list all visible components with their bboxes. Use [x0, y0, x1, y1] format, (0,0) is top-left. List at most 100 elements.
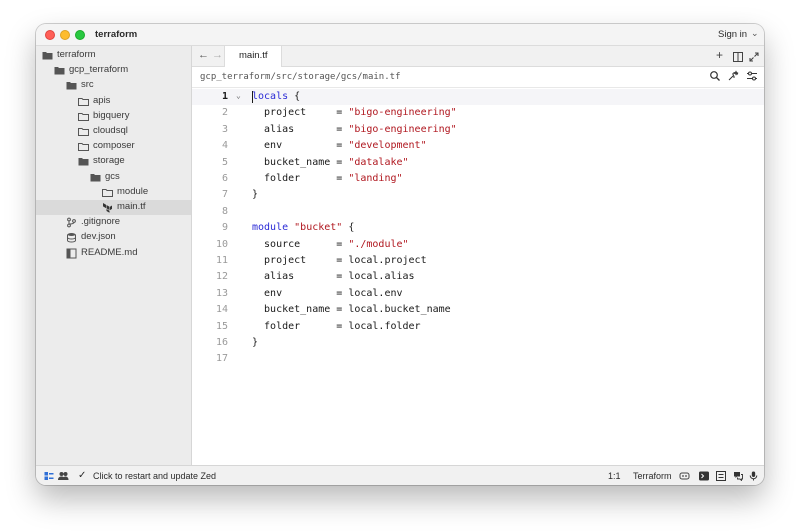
sidebar-item[interactable]: bigquery: [36, 109, 191, 124]
line-number: 7: [221, 189, 228, 201]
line-number: 5: [221, 156, 228, 168]
assistant-sparkle-icon[interactable]: [727, 70, 739, 82]
line-number: 14: [215, 304, 228, 316]
line-number: 12: [215, 271, 228, 283]
code-text[interactable]: alias = local.alias: [252, 271, 415, 282]
code-line[interactable]: 8: [192, 204, 764, 220]
code-text[interactable]: alias = "bigo-engineering": [252, 124, 457, 135]
folder-icon: [78, 141, 89, 152]
sidebar-item[interactable]: .gitignore: [36, 215, 191, 230]
sidebar-item-label: apis: [93, 94, 111, 106]
line-number: 4: [221, 140, 228, 152]
search-icon[interactable]: [709, 70, 721, 82]
code-line[interactable]: 12 alias = local.alias: [192, 269, 764, 285]
code-line[interactable]: 3 alias = "bigo-engineering": [192, 122, 764, 138]
code-text[interactable]: bucket_name = local.bucket_name: [252, 304, 451, 315]
line-number: 2: [221, 107, 228, 119]
line-number: 16: [215, 337, 228, 348]
sidebar-item[interactable]: composer: [36, 139, 191, 154]
book-icon: [66, 248, 77, 259]
code-text[interactable]: }: [252, 337, 258, 348]
folder-icon: [102, 187, 113, 198]
sidebar-item[interactable]: cloudsql: [36, 124, 191, 139]
folder-open-icon: [54, 65, 65, 76]
code-text[interactable]: folder = local.folder: [252, 321, 421, 332]
code-line[interactable]: 1 ⌄ locals {: [192, 89, 764, 105]
project-panel: terraform gcp_terraform src apis bigquery clo…: [36, 46, 192, 465]
breadcrumb[interactable]: gcp_terraform/src/storage/gcs/main.tf: [200, 72, 400, 82]
diagnostics-icon[interactable]: [716, 471, 726, 481]
code-line[interactable]: 17: [192, 351, 764, 367]
code-text[interactable]: }: [252, 189, 258, 200]
code-text[interactable]: bucket_name = "datalake": [252, 157, 409, 168]
line-number: 13: [215, 287, 228, 299]
sidebar-item[interactable]: README.md: [36, 246, 191, 261]
update-message[interactable]: Click to restart and update Zed: [93, 471, 216, 481]
sidebar-item-label: cloudsql: [93, 125, 128, 136]
code-line[interactable]: 14 bucket_name = local.bucket_name: [192, 302, 764, 318]
code-line[interactable]: 9 module "bucket" {: [192, 220, 764, 236]
line-number: 17: [215, 353, 228, 365]
plus-icon[interactable]: +: [716, 48, 723, 62]
terraform-file-icon: [102, 202, 113, 213]
tab-main-tf[interactable]: main.tf: [224, 46, 282, 67]
chat-icon[interactable]: [733, 471, 743, 482]
code-text[interactable]: env = "development": [252, 140, 427, 151]
sidebar-item-label: gcs: [105, 170, 120, 182]
folder-open-icon: [42, 50, 53, 61]
sidebar-item[interactable]: main.tf: [36, 200, 191, 215]
code-text[interactable]: env = local.env: [252, 288, 402, 299]
minimize-window-button[interactable]: [60, 30, 70, 40]
code-line[interactable]: 5 bucket_name = "datalake": [192, 155, 764, 171]
copilot-icon[interactable]: [679, 471, 690, 481]
language-selector[interactable]: Terraform: [633, 471, 672, 481]
project-panel-toggle-icon[interactable]: [44, 471, 54, 481]
sidebar-item[interactable]: src: [36, 78, 191, 93]
project-title[interactable]: terraform: [95, 29, 137, 40]
chevron-down-icon[interactable]: ⌄: [751, 28, 759, 39]
sidebar-item-label: main.tf: [117, 201, 146, 212]
status-bar: ✓ Click to restart and update Zed 1:1 Te…: [36, 465, 764, 485]
code-text[interactable]: module "bucket" {: [252, 222, 354, 233]
cursor-position[interactable]: 1:1: [608, 471, 621, 481]
settings-sliders-icon[interactable]: [746, 70, 758, 82]
code-line[interactable]: 6 folder = "landing": [192, 171, 764, 187]
sidebar-item[interactable]: module: [36, 185, 191, 200]
sidebar-item[interactable]: gcs: [36, 170, 191, 185]
sidebar-item[interactable]: storage: [36, 154, 191, 169]
code-text[interactable]: project = "bigo-engineering": [252, 107, 457, 118]
back-arrow-icon[interactable]: ←: [198, 49, 209, 61]
code-line[interactable]: 7}: [192, 187, 764, 203]
sign-in-button[interactable]: Sign in: [718, 29, 747, 40]
code-text[interactable]: source = "./module": [252, 239, 409, 250]
forward-arrow-icon[interactable]: →: [212, 49, 223, 61]
zoom-window-button[interactable]: [75, 30, 85, 40]
sidebar-item[interactable]: gcp_terraform: [36, 63, 191, 78]
text-cursor: [252, 91, 253, 103]
code-text[interactable]: folder = "landing": [252, 173, 402, 184]
sidebar-item-label: dev.json: [81, 231, 116, 243]
app-window: terraform Sign in ⌄ terraform gcp_terrafo…: [36, 24, 764, 485]
maximize-icon[interactable]: [749, 51, 759, 65]
fold-chevron-icon[interactable]: ⌄: [236, 91, 241, 100]
collaboration-users-icon[interactable]: [58, 471, 69, 481]
line-number: 11: [215, 255, 228, 266]
code-line[interactable]: 13 env = local.env: [192, 286, 764, 302]
line-number: 10: [215, 238, 228, 250]
code-line[interactable]: 2 project = "bigo-engineering": [192, 105, 764, 121]
terminal-icon[interactable]: [699, 471, 709, 481]
sidebar-item[interactable]: dev.json: [36, 230, 191, 245]
code-line[interactable]: 4 env = "development": [192, 138, 764, 154]
code-editor[interactable]: 1 ⌄ locals {2 project = "bigo-engineering"…: [192, 88, 764, 465]
split-pane-icon[interactable]: [733, 51, 743, 65]
code-text[interactable]: locals {: [252, 91, 300, 102]
code-line[interactable]: 11 project = local.project: [192, 253, 764, 269]
code-line[interactable]: 10 source = "./module": [192, 237, 764, 253]
sidebar-item[interactable]: terraform: [36, 48, 191, 63]
microphone-icon[interactable]: [749, 471, 759, 481]
sidebar-item[interactable]: apis: [36, 94, 191, 109]
code-line[interactable]: 15 folder = local.folder: [192, 319, 764, 335]
close-window-button[interactable]: [45, 30, 55, 40]
code-text[interactable]: project = local.project: [252, 255, 427, 266]
code-line[interactable]: 16}: [192, 335, 764, 351]
